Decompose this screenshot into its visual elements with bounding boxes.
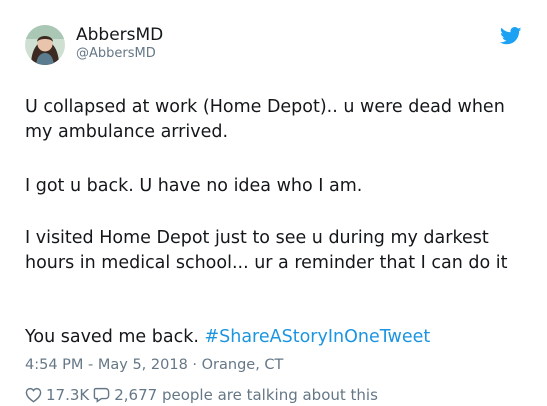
- tweet-timestamp[interactable]: 4:54 PM - May 5, 2018 · Orange, CT: [25, 356, 283, 374]
- author-name[interactable]: AbbersMD: [76, 25, 163, 45]
- tweet-paragraph-4: You saved me back. #ShareAStoryInOneTwee…: [25, 325, 535, 350]
- heart-icon[interactable]: [25, 387, 42, 403]
- author-handle[interactable]: @AbbersMD: [76, 46, 156, 62]
- hashtag-link[interactable]: #ShareAStoryInOneTweet: [204, 327, 430, 347]
- twitter-bird-icon[interactable]: [500, 27, 522, 45]
- tweet-paragraph-3: I visited Home Depot just to see u durin…: [25, 228, 508, 273]
- tweet-card: AbbersMD @AbbersMD U collapsed at work (…: [0, 0, 547, 404]
- avatar[interactable]: [25, 25, 65, 65]
- tweet-paragraph-1: U collapsed at work (Home Depot).. u wer…: [25, 97, 505, 142]
- tweet-paragraph-4-text: You saved me back.: [25, 327, 199, 347]
- tweet-paragraph-2: I got u back. U have no idea who I am.: [25, 176, 363, 196]
- speech-bubble-icon[interactable]: [93, 387, 110, 403]
